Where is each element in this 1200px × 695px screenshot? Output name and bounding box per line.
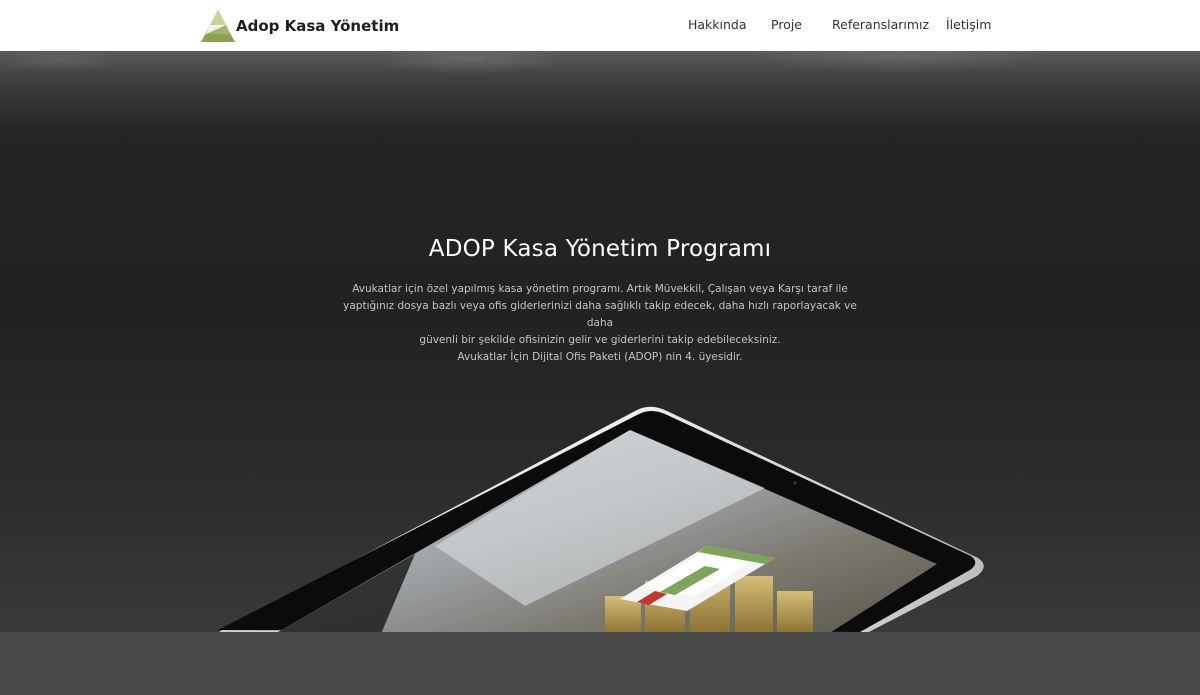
nav-link-referanslarimiz[interactable]: Referanslarımız (832, 17, 929, 32)
nav-link-proje[interactable]: Proje (771, 17, 802, 32)
tablet-login-screenshot (218, 406, 984, 632)
nav-link-hakkinda[interactable]: Hakkında (688, 17, 747, 32)
brand-link[interactable]: Adop Kasa Yönetim (200, 8, 399, 44)
brand-name: Adop Kasa Yönetim (236, 17, 400, 35)
hero-title: ADOP Kasa Yönetim Programı (428, 236, 772, 262)
triangle-logo-icon (201, 10, 235, 42)
hero-description: Avukatlar için özel yapılmış kasa yöneti… (330, 281, 870, 366)
footer-band (0, 632, 1200, 695)
hero-background-image (0, 51, 1200, 131)
hero-description-line: yaptığınız dosya bazlı veya ofis giderle… (343, 300, 857, 329)
nav-link-iletisim[interactable]: İletişim (946, 17, 991, 32)
hero-section: ADOP Kasa Yönetim Programı Avukatlar içi… (0, 51, 1200, 632)
top-navbar: Adop Kasa Yönetim Hakkında Proje Referan… (0, 0, 1200, 51)
hero-description-line: güvenli bir şekilde ofisinizin gelir ve … (419, 334, 781, 346)
hero-description-line: Avukatlar için özel yapılmış kasa yöneti… (352, 283, 848, 295)
hero-description-line: Avukatlar İçin Dijital Ofis Paketi (ADOP… (457, 351, 743, 363)
